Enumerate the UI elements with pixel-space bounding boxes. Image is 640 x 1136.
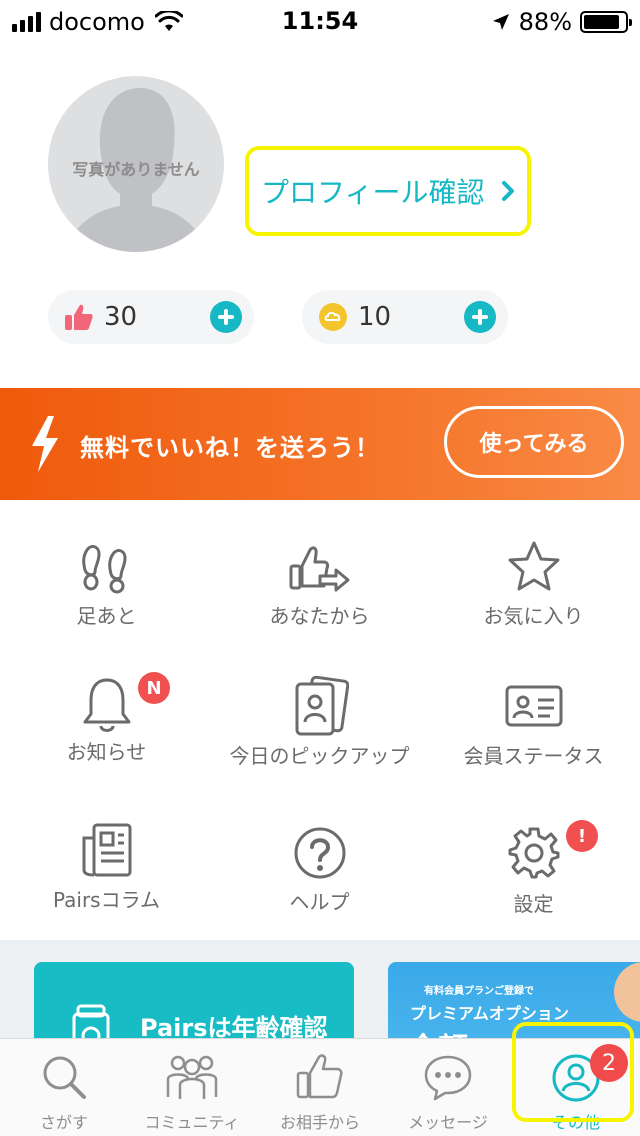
menu-item-column[interactable]: Pairsコラム: [0, 810, 213, 940]
tab-label: お相手から: [279, 1113, 360, 1132]
thumbs-up-send-icon: [289, 546, 349, 592]
model-photo: [614, 962, 640, 1022]
footprints-icon: [81, 545, 127, 594]
try-button[interactable]: 使ってみる: [444, 406, 624, 478]
points-count: 10: [358, 302, 392, 332]
message-icon: [424, 1055, 472, 1101]
menu-label: お気に入り: [483, 604, 584, 628]
add-points-button[interactable]: [464, 301, 496, 333]
menu-item-pickup[interactable]: 今日のピックアップ: [213, 670, 426, 800]
no-photo-text: 写真がありません: [72, 160, 200, 179]
menu-label: 今日のピックアップ: [229, 744, 410, 768]
add-likes-button[interactable]: [210, 301, 242, 333]
menu-label: お知らせ: [66, 740, 147, 764]
avatar[interactable]: 写真がありません: [48, 76, 224, 252]
menu-label: ヘルプ: [289, 890, 350, 914]
tab-label: コミュニティ: [144, 1113, 240, 1132]
newspaper-icon: [82, 823, 131, 877]
menu-item-help[interactable]: ヘルプ: [213, 810, 426, 940]
thumbs-up-pink-icon: [65, 304, 93, 330]
free-like-banner[interactable]: 無料でいいね！を送ろう！ 使ってみる: [0, 388, 640, 500]
age-verification-text: Pairsは年齢確認: [140, 1014, 328, 1040]
profile-check-label: プロフィール確認: [261, 176, 485, 209]
tab-label: さがす: [39, 1113, 88, 1132]
status-bar: docomo 11:54 88%: [0, 0, 640, 40]
search-icon: [43, 1056, 86, 1099]
likes-counter: 30: [48, 290, 254, 344]
banner-text: 無料でいいね！を送ろう！: [80, 434, 380, 462]
menu-label: あなたから: [269, 604, 370, 628]
battery-percent: 88%: [518, 8, 572, 36]
location-arrow-icon: [492, 14, 509, 30]
settings-alert-badge: !: [566, 820, 598, 852]
chevron-right-icon: [502, 181, 514, 201]
menu-item-member-status[interactable]: 会員ステータス: [427, 670, 640, 800]
community-icon: [166, 1055, 218, 1099]
tab-messages[interactable]: メッセージ: [384, 1039, 512, 1136]
id-card-icon: [505, 685, 562, 727]
menu-label: 会員ステータス: [463, 744, 604, 768]
lightning-icon: [32, 416, 58, 472]
premium-title: プレミアムオプション: [410, 1004, 569, 1023]
thumbs-up-icon: [296, 1054, 343, 1099]
menu-item-notifications[interactable]: N お知らせ: [0, 670, 213, 800]
likes-count: 30: [104, 302, 138, 332]
menu-item-favorites[interactable]: お気に入り: [427, 530, 640, 660]
tab-label: メッセージ: [408, 1113, 488, 1132]
menu-item-footprints[interactable]: 足あと: [0, 530, 213, 660]
points-counter: 10: [302, 290, 508, 344]
tab-search[interactable]: さがす: [0, 1039, 128, 1136]
bell-icon: [83, 678, 130, 732]
age-verification-card[interactable]: Pairsは年齢確認: [34, 962, 354, 1040]
profile-check-link[interactable]: プロフィール確認: [245, 146, 531, 236]
id-verify-icon: [72, 1004, 110, 1040]
notification-badge: N: [138, 672, 170, 704]
points-coin-icon: [319, 303, 347, 331]
premium-small-text: 有料会員プランご登録で: [424, 986, 534, 997]
menu-label: Pairsコラム: [52, 888, 161, 912]
other-tab-badge: 2: [590, 1044, 628, 1082]
help-circle-icon: [294, 827, 345, 879]
menu-item-settings[interactable]: ! 設定: [427, 810, 640, 940]
tab-from-partner[interactable]: お相手から: [256, 1039, 384, 1136]
menu-item-from-you[interactable]: あなたから: [213, 530, 426, 660]
tab-community[interactable]: コミュニティ: [128, 1039, 256, 1136]
gear-icon: [508, 827, 559, 879]
menu-label: 設定: [513, 892, 554, 916]
profile-cards-icon: [295, 676, 349, 736]
battery-icon: [580, 11, 632, 33]
menu-label: 足あと: [76, 604, 137, 628]
star-icon: [508, 541, 559, 591]
